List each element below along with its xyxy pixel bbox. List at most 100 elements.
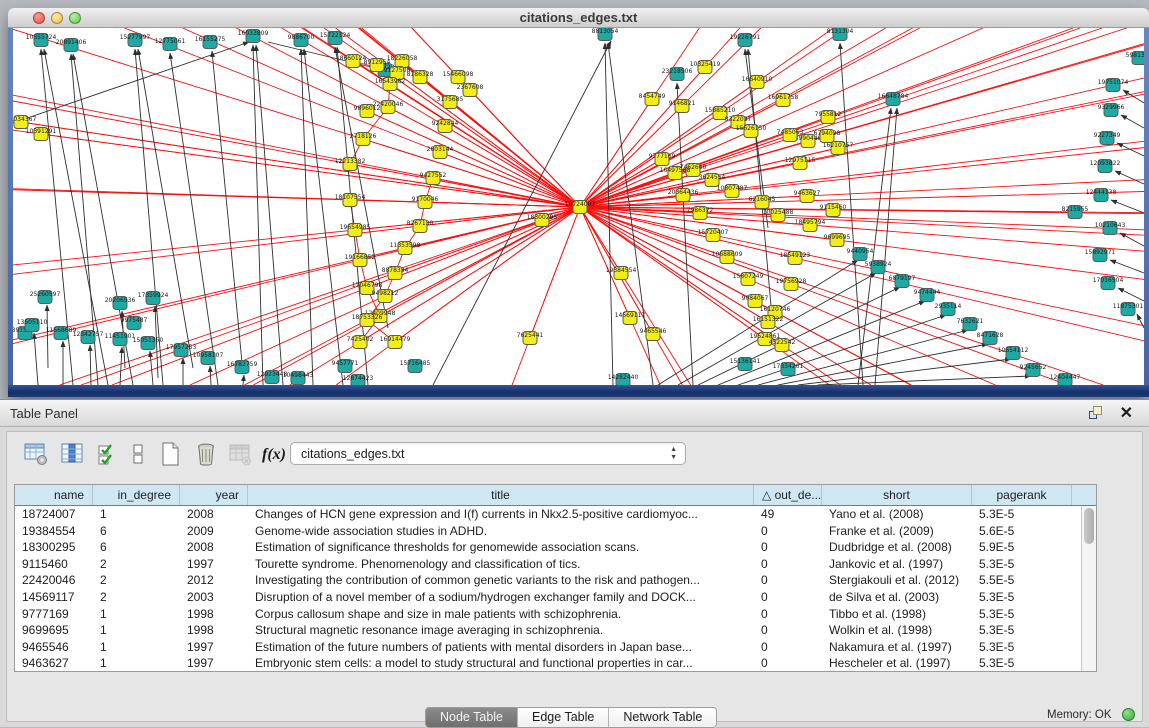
- graph-node-label: 10498443: [283, 372, 314, 379]
- graph-node-label: 25260597: [30, 291, 61, 298]
- graph-node-label: 9465546: [640, 328, 667, 335]
- column-header-name[interactable]: name: [15, 485, 93, 505]
- graph-node-label: 7625441: [517, 332, 544, 339]
- graph-node-label: 7955812: [815, 111, 842, 118]
- tab-edge-table[interactable]: Edge Table: [518, 708, 609, 727]
- graph-node-label: 11353598: [390, 242, 421, 249]
- column-header-year[interactable]: year: [180, 485, 248, 505]
- table-row[interactable]: 1830029562008Estimation of significance …: [15, 539, 1081, 556]
- citation-network-graph[interactable]: 1872400718300295103557242089140615277997…: [13, 28, 1144, 385]
- column-header-out_de[interactable]: △ out_de...: [754, 485, 822, 505]
- table-cell: 0: [754, 639, 822, 656]
- table-cell: 49: [754, 506, 822, 523]
- column-header-in_degree[interactable]: in_degree: [93, 485, 180, 505]
- graph-node-label: 3175685: [437, 96, 464, 103]
- graph-node-label: 11875301: [1113, 303, 1144, 310]
- graph-node-label: 15034367: [13, 116, 36, 123]
- table-settings-icon[interactable]: [21, 440, 51, 470]
- table-select-dropdown[interactable]: citations_edges.txt ▲▼: [290, 442, 686, 465]
- graph-node-label: 16155275: [195, 36, 226, 43]
- column-header-pagerank[interactable]: pagerank: [972, 485, 1072, 505]
- graph-node-label: 15722124: [320, 32, 351, 39]
- function-builder-icon[interactable]: f(x): [259, 440, 289, 470]
- graph-node-label: 17334261: [773, 363, 804, 370]
- table-cell: 0: [754, 572, 822, 589]
- graph-node-label: 9463627: [794, 190, 821, 197]
- scrollbar-thumb[interactable]: [1084, 508, 1094, 544]
- graph-node-label: 11451901: [105, 333, 136, 340]
- table-row[interactable]: 1938455462009Genome-wide association stu…: [15, 523, 1081, 540]
- graph-node-label: 10654112: [998, 347, 1029, 354]
- table-row[interactable]: 911546021997Tourette syndrome. Phenomeno…: [15, 556, 1081, 573]
- table-cell: 9699695: [15, 622, 93, 639]
- table-vertical-scrollbar[interactable]: [1081, 506, 1096, 671]
- table-cell: 5.3E-5: [972, 639, 1072, 656]
- table-row[interactable]: 2242004622012Investigating the contribut…: [15, 572, 1081, 589]
- memory-status-indicator[interactable]: [1122, 708, 1135, 721]
- table-cell: 1998: [180, 622, 248, 639]
- table-row[interactable]: 1872400712008Changes of HCN gene express…: [15, 506, 1081, 523]
- tab-network-table[interactable]: Network Table: [609, 708, 716, 727]
- graph-node-label: 16640910: [742, 76, 773, 83]
- graph-node-label: 8878334: [382, 267, 409, 274]
- new-document-icon[interactable]: [155, 440, 185, 470]
- graph-node-label: 18495794: [795, 219, 826, 226]
- graph-node-label: 7632621: [957, 318, 984, 325]
- table-cell: 0: [754, 556, 822, 573]
- delete-trash-icon[interactable]: [191, 440, 221, 470]
- close-panel-icon[interactable]: ✕: [1120, 403, 1133, 423]
- network-window-bottom-frame: [8, 385, 1149, 397]
- graph-node-label: 16151322: [753, 316, 784, 323]
- status-bar: Memory: OK: [1047, 706, 1135, 722]
- graph-node-label: 12444138: [1086, 189, 1117, 196]
- graph-node-label: 8186328: [407, 71, 434, 78]
- graph-node-label: 10325419: [690, 61, 721, 68]
- graph-node-label: 18753326: [352, 314, 383, 321]
- graph-node-label: 10210643: [1095, 222, 1126, 229]
- table-cell: 5.9E-5: [972, 539, 1072, 556]
- graph-node-label: 9474444: [914, 289, 941, 296]
- graph-node-label: 19384554: [606, 267, 637, 274]
- graph-node-label: 15720407: [698, 229, 729, 236]
- graph-node-label: 18226058: [387, 55, 418, 62]
- table-cell: 5.3E-5: [972, 556, 1072, 573]
- table-cell: 2008: [180, 539, 248, 556]
- graph-node-label: 18300295: [527, 214, 558, 221]
- graph-node-label: 16961758: [768, 94, 799, 101]
- graph-node-label: 8454749: [639, 93, 666, 100]
- table-row[interactable]: 1456911722003Disruption of a novel membe…: [15, 589, 1081, 606]
- graph-node-label: 8131304: [827, 28, 854, 35]
- table-cell: Structural magnetic resonance image aver…: [248, 622, 754, 639]
- column-header-short[interactable]: short: [822, 485, 972, 505]
- graph-node-label: 9699695: [824, 234, 851, 241]
- graph-node-label: 12404447: [1050, 374, 1081, 381]
- graph-node-label: 17359924: [138, 292, 169, 299]
- select-rows-icon[interactable]: [93, 440, 123, 470]
- table-panel-titlebar: Table Panel ✕: [0, 400, 1149, 427]
- graph-node-label: 16120746: [760, 306, 791, 313]
- table-cell: Wolkin et al. (1998): [822, 622, 972, 639]
- graph-node-label: 9777169: [649, 153, 676, 160]
- attribute-table: namein_degreeyeartitle△ out_de...shortpa…: [14, 484, 1097, 672]
- network-canvas[interactable]: 1872400718300295103557242089140615277997…: [13, 28, 1144, 385]
- table-column-icon[interactable]: [57, 440, 87, 470]
- graph-node-label: 7485063: [777, 129, 804, 136]
- table-cell: 5.3E-5: [972, 506, 1072, 523]
- column-header-title[interactable]: title: [248, 485, 754, 505]
- table-row[interactable]: 946554611997Estimation of the future num…: [15, 639, 1081, 656]
- table-cell: 9463627: [15, 655, 93, 671]
- import-table-icon[interactable]: [225, 440, 255, 470]
- table-row[interactable]: 946362711997Embryonic stem cells: a mode…: [15, 655, 1081, 671]
- table-row[interactable]: 969969511998Structural magnetic resonanc…: [15, 622, 1081, 639]
- graph-node-label: 16210757: [823, 142, 854, 149]
- graph-node-label: 16543982: [375, 78, 406, 85]
- graph-node-label: 10025488: [763, 209, 794, 216]
- tab-node-table[interactable]: Node Table: [426, 708, 518, 727]
- graph-node-label: 4522542: [769, 339, 796, 346]
- table-header-row: namein_degreeyeartitle△ out_de...shortpa…: [15, 485, 1096, 506]
- float-panel-icon[interactable]: [1088, 405, 1105, 421]
- row-height-icon[interactable]: [123, 440, 153, 470]
- network-window-titlebar[interactable]: citations_edges.txt: [8, 8, 1149, 28]
- table-row[interactable]: 977716911998Corpus callosum shape and si…: [15, 606, 1081, 623]
- graph-node-label: 2935114: [935, 303, 962, 310]
